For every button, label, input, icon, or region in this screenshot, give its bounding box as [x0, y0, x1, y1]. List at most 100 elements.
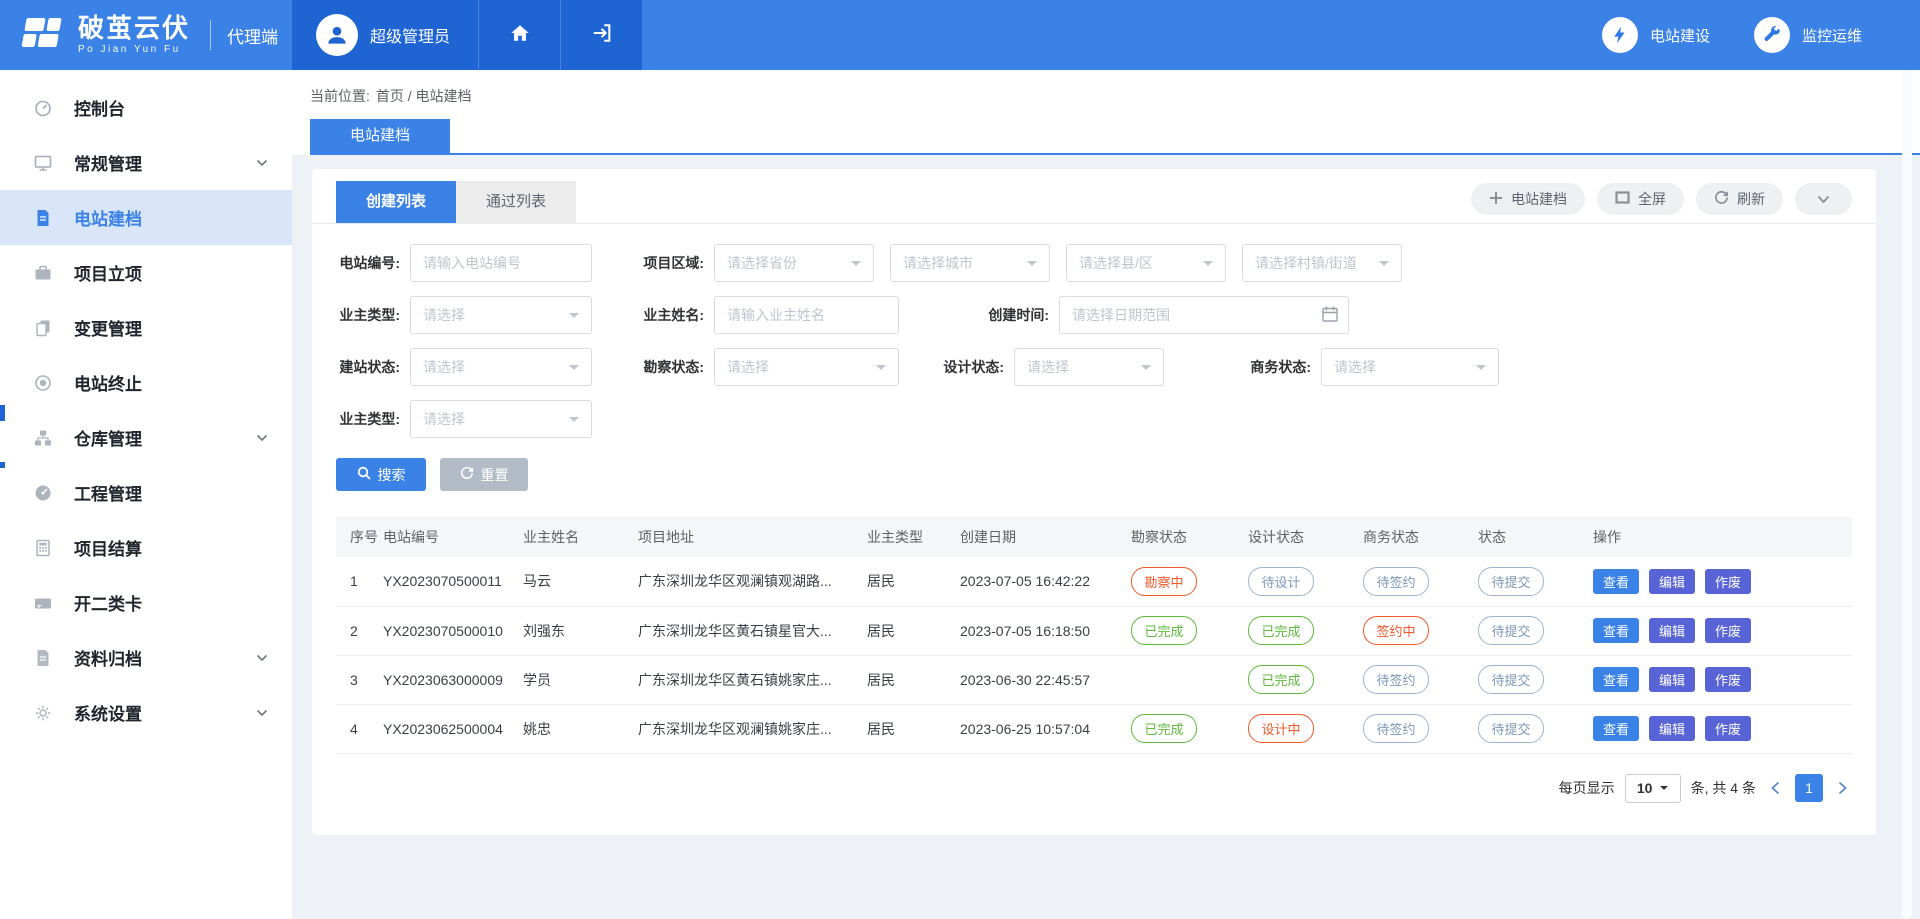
station-no-input[interactable] — [410, 244, 592, 282]
document-icon — [32, 207, 54, 229]
col-state: 状态 — [1478, 517, 1593, 557]
status-badge: 待提交 — [1478, 567, 1544, 596]
tab-create-list[interactable]: 创建列表 — [336, 181, 456, 223]
id-card-icon — [32, 592, 54, 614]
refresh-icon — [1714, 190, 1729, 208]
status-badge: 待提交 — [1478, 616, 1544, 645]
next-page-button[interactable] — [1833, 781, 1852, 795]
sidebar-item-label: 电站终止 — [74, 370, 268, 395]
logout-button[interactable] — [560, 0, 642, 70]
create-station-button[interactable]: 电站建档 — [1471, 183, 1585, 215]
monitor-ops-link[interactable]: 监控运维 — [1754, 17, 1862, 53]
chevron-down-icon — [1817, 191, 1830, 207]
region-label: 项目区域: — [642, 253, 714, 273]
sidebar-item-change-mgmt[interactable]: 变更管理 — [0, 300, 292, 355]
prev-page-button[interactable] — [1766, 781, 1785, 795]
build-status-select[interactable]: 请选择 — [410, 348, 592, 386]
caret-down-icon — [569, 313, 579, 323]
calculator-icon — [32, 537, 54, 559]
reset-label: 重置 — [481, 465, 509, 485]
wrench-icon — [1754, 17, 1790, 53]
owner-type-select[interactable]: 请选择 — [410, 296, 592, 334]
caret-down-icon — [876, 365, 886, 375]
business-status-select[interactable]: 请选择 — [1321, 348, 1499, 386]
breadcrumb: 当前位置: 首页 / 电站建档 — [310, 86, 1920, 106]
fullscreen-icon — [1615, 191, 1630, 207]
station-no-label: 电站编号: — [336, 253, 410, 273]
province-select[interactable]: 请选择省份 — [714, 244, 874, 282]
void-button[interactable]: 作废 — [1705, 618, 1751, 643]
reset-button[interactable]: 重置 — [440, 458, 528, 491]
breadcrumb-path[interactable]: 首页 / 电站建档 — [376, 86, 472, 106]
sidebar: 控制台 常规管理 电站建档 项目立项 变更管理 电站终止 仓库管理 — [0, 70, 292, 919]
void-button[interactable]: 作废 — [1705, 667, 1751, 692]
col-business-status: 商务状态 — [1363, 517, 1478, 557]
page-tab-station-archive[interactable]: 电站建档 — [310, 119, 450, 153]
owner-type2-select[interactable]: 请选择 — [410, 400, 592, 438]
per-page-label: 每页显示 — [1559, 778, 1615, 798]
owner-name-input[interactable] — [714, 296, 899, 334]
status-badge: 已完成 — [1131, 616, 1197, 645]
sidebar-scrollbar — [0, 462, 5, 468]
home-icon — [509, 22, 531, 49]
scrollbar[interactable] — [1902, 70, 1912, 919]
town-select[interactable]: 请选择村镇/街道 — [1242, 244, 1402, 282]
file-icon — [32, 647, 54, 669]
sidebar-item-label: 开二类卡 — [74, 590, 268, 615]
home-button[interactable] — [478, 0, 560, 70]
status-badge: 已完成 — [1248, 616, 1314, 645]
user-strip: 超级管理员 — [292, 0, 642, 70]
col-operations: 操作 — [1593, 517, 1852, 557]
sidebar-item-system-settings[interactable]: 系统设置 — [0, 685, 292, 740]
caret-down-icon — [1027, 261, 1037, 271]
breadcrumb-prefix: 当前位置: — [310, 86, 370, 106]
briefcase-icon — [32, 262, 54, 284]
view-button[interactable]: 查看 — [1593, 618, 1639, 643]
caret-down-icon — [569, 417, 579, 427]
edit-button[interactable]: 编辑 — [1649, 667, 1695, 692]
table-row: 4 YX2023062500004 姚忠 广东深圳龙华区观澜镇姚家庄... 居民… — [336, 704, 1852, 753]
view-button[interactable]: 查看 — [1593, 569, 1639, 594]
status-badge: 待签约 — [1363, 665, 1429, 694]
design-status-select[interactable]: 请选择 — [1014, 348, 1164, 386]
sidebar-item-project-settlement[interactable]: 项目结算 — [0, 520, 292, 575]
col-create-date: 创建日期 — [960, 517, 1131, 557]
edit-button[interactable]: 编辑 — [1649, 716, 1695, 741]
create-time-range-input[interactable] — [1059, 296, 1349, 334]
sidebar-item-warehouse-mgmt[interactable]: 仓库管理 — [0, 410, 292, 465]
void-button[interactable]: 作废 — [1705, 716, 1751, 741]
fullscreen-button[interactable]: 全屏 — [1597, 183, 1684, 215]
view-button[interactable]: 查看 — [1593, 716, 1639, 741]
edit-button[interactable]: 编辑 — [1649, 569, 1695, 594]
sidebar-item-station-archive[interactable]: 电站建档 — [0, 190, 292, 245]
search-label: 搜索 — [378, 465, 406, 485]
per-page-select[interactable]: 10 — [1625, 774, 1681, 803]
collapse-toolbar-button[interactable] — [1795, 183, 1852, 215]
col-station-code: 电站编号 — [383, 517, 523, 557]
page-number-button[interactable]: 1 — [1795, 774, 1823, 802]
caret-down-icon — [1203, 261, 1213, 271]
plus-icon — [1489, 191, 1503, 208]
col-no: 序号 — [336, 517, 383, 557]
view-button[interactable]: 查看 — [1593, 667, 1639, 692]
edit-button[interactable]: 编辑 — [1649, 618, 1695, 643]
sidebar-item-station-terminate[interactable]: 电站终止 — [0, 355, 292, 410]
refresh-button[interactable]: 刷新 — [1696, 183, 1783, 215]
search-button[interactable]: 搜索 — [336, 458, 426, 491]
user-box[interactable]: 超级管理员 — [292, 0, 478, 70]
district-select[interactable]: 请选择县/区 — [1066, 244, 1226, 282]
design-status-label: 设计状态: — [942, 357, 1014, 377]
sidebar-item-console[interactable]: 控制台 — [0, 80, 292, 135]
tab-passed-list[interactable]: 通过列表 — [456, 181, 576, 223]
build-status-label: 建站状态: — [336, 357, 410, 377]
sidebar-item-general-mgmt[interactable]: 常规管理 — [0, 135, 292, 190]
city-select[interactable]: 请选择城市 — [890, 244, 1050, 282]
station-build-link[interactable]: 电站建设 — [1602, 17, 1710, 53]
sidebar-item-open-card[interactable]: 开二类卡 — [0, 575, 292, 630]
sidebar-item-data-archive[interactable]: 资料归档 — [0, 630, 292, 685]
sidebar-item-project-setup[interactable]: 项目立项 — [0, 245, 292, 300]
survey-status-select[interactable]: 请选择 — [714, 348, 899, 386]
sidebar-item-engineering-mgmt[interactable]: 工程管理 — [0, 465, 292, 520]
void-button[interactable]: 作废 — [1705, 569, 1751, 594]
sidebar-item-label: 常规管理 — [74, 150, 236, 175]
